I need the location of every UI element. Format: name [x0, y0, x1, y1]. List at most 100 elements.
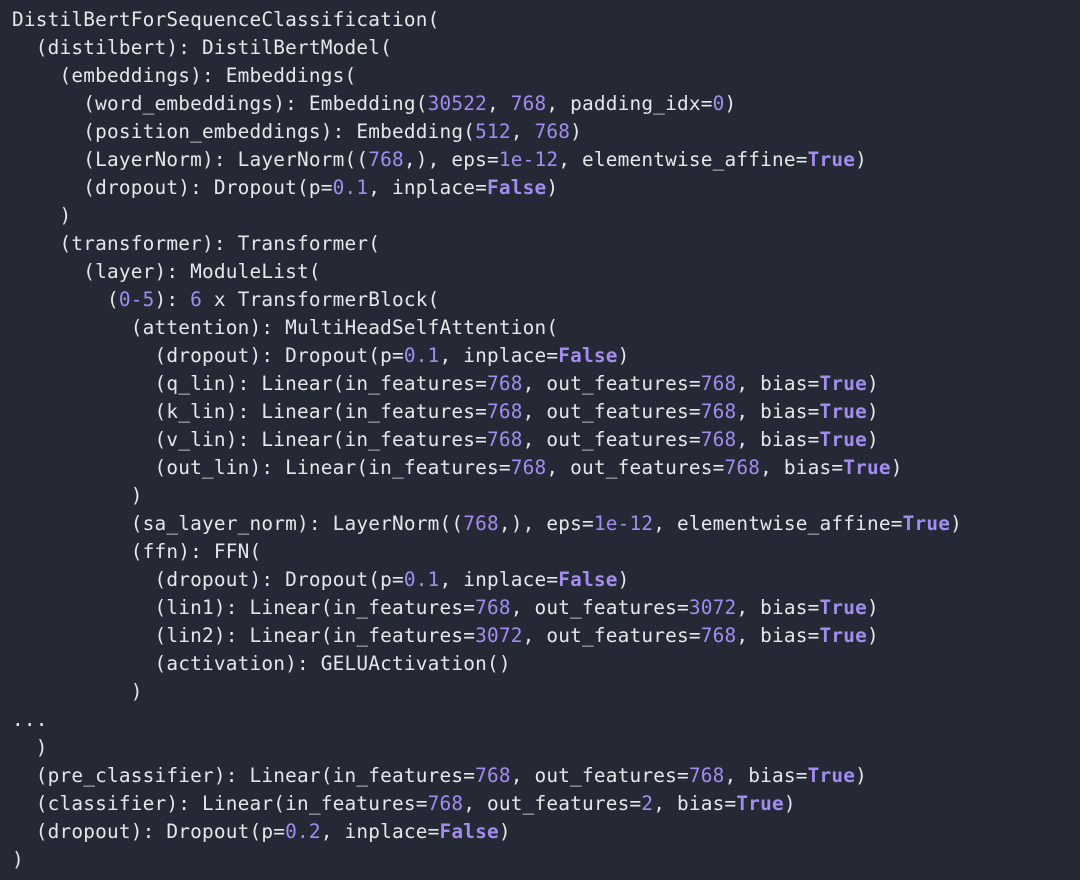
code-token-txt: , inplace= — [439, 568, 558, 591]
code-token-num: 768 — [724, 456, 760, 479]
code-token-txt: , inplace= — [321, 820, 440, 843]
code-token-num: 768 — [487, 400, 523, 423]
code-token-txt: ) — [891, 456, 903, 479]
code-token-txt: (attention): MultiHeadSelfAttention( — [12, 316, 558, 339]
code-token-num: 1e-12 — [499, 148, 558, 171]
code-token-txt: , inplace= — [368, 176, 487, 199]
code-token-txt: ) — [855, 148, 867, 171]
code-token-num: 768 — [689, 764, 725, 787]
code-token-txt: , out_features= — [546, 456, 724, 479]
code-token-bool: False — [558, 568, 617, 591]
code-token-txt: , bias= — [736, 624, 819, 647]
code-token-txt: (sa_layer_norm): LayerNorm(( — [12, 512, 463, 535]
code-token-txt: ) — [546, 176, 558, 199]
code-token-txt: ) — [12, 736, 48, 759]
code-token-bool: True — [819, 596, 867, 619]
code-token-num: 768 — [487, 372, 523, 395]
code-token-txt: ,), eps= — [404, 148, 499, 171]
code-token-txt: , out_features= — [511, 596, 689, 619]
code-token-txt: ): — [155, 288, 191, 311]
code-token-txt: (activation): GELUActivation() — [12, 652, 511, 675]
model-repr-output: DistilBertForSequenceClassification( (di… — [0, 0, 1080, 880]
code-token-num: 0 — [713, 92, 725, 115]
code-token-txt: (LayerNorm): LayerNorm(( — [12, 148, 368, 171]
code-token-num: 2 — [641, 792, 653, 815]
code-token-txt: , out_features= — [463, 792, 641, 815]
code-token-txt: , inplace= — [439, 344, 558, 367]
code-token-num: 0.1 — [404, 568, 440, 591]
code-token-txt: , out_features= — [523, 372, 701, 395]
code-token-txt: (distilbert): DistilBertModel( — [12, 36, 392, 59]
code-token-txt: , — [511, 120, 535, 143]
code-token-num: 6 — [190, 288, 202, 311]
code-token-num: 768 — [475, 596, 511, 619]
code-token-txt: ,), eps= — [499, 512, 594, 535]
code-token-txt: , padding_idx= — [546, 92, 712, 115]
code-token-txt: x TransformerBlock( — [202, 288, 439, 311]
code-token-txt: DistilBertForSequenceClassification( — [12, 8, 439, 31]
code-token-num: 0.2 — [285, 820, 321, 843]
code-token-txt: ... — [12, 708, 48, 731]
code-token-txt: ) — [12, 204, 71, 227]
code-token-txt: (lin2): Linear(in_features= — [12, 624, 475, 647]
code-token-txt: , bias= — [736, 428, 819, 451]
code-token-txt: ) — [950, 512, 962, 535]
code-token-txt: , bias= — [653, 792, 736, 815]
code-token-num: 0.1 — [333, 176, 369, 199]
code-token-bool: False — [558, 344, 617, 367]
code-token-txt: , elementwise_affine= — [558, 148, 807, 171]
code-token-txt: ) — [12, 680, 143, 703]
code-token-txt: (k_lin): Linear(in_features= — [12, 400, 487, 423]
code-token-txt: , bias= — [724, 764, 807, 787]
code-token-txt: , — [487, 92, 511, 115]
code-token-txt: (position_embeddings): Embedding( — [12, 120, 475, 143]
code-token-bool: True — [736, 792, 784, 815]
code-token-txt: (v_lin): Linear(in_features= — [12, 428, 487, 451]
code-token-txt: ) — [499, 820, 511, 843]
code-token-txt: , out_features= — [523, 400, 701, 423]
code-token-txt: (dropout): Dropout(p= — [12, 568, 404, 591]
code-token-num: 0-5 — [119, 288, 155, 311]
code-token-txt: (dropout): Dropout(p= — [12, 176, 333, 199]
code-token-bool: True — [808, 148, 856, 171]
code-token-bool: True — [819, 624, 867, 647]
code-token-txt: (embeddings): Embeddings( — [12, 64, 356, 87]
code-token-txt: , elementwise_affine= — [653, 512, 902, 535]
code-token-num: 768 — [475, 764, 511, 787]
code-token-txt: , out_features= — [523, 624, 701, 647]
code-token-num: 512 — [475, 120, 511, 143]
code-token-num: 768 — [368, 148, 404, 171]
code-token-bool: True — [808, 764, 856, 787]
code-token-num: 768 — [487, 428, 523, 451]
code-token-txt: (word_embeddings): Embedding( — [12, 92, 428, 115]
code-token-txt: ) — [618, 344, 630, 367]
code-token-txt: , bias= — [736, 372, 819, 395]
code-token-txt: (out_lin): Linear(in_features= — [12, 456, 511, 479]
code-token-num: 768 — [511, 92, 547, 115]
code-token-txt: ) — [867, 372, 879, 395]
code-token-txt: (ffn): FFN( — [12, 540, 261, 563]
code-token-bool: False — [487, 176, 546, 199]
code-token-num: 768 — [701, 428, 737, 451]
code-token-num: 768 — [511, 456, 547, 479]
code-token-num: 768 — [428, 792, 464, 815]
code-token-num: 0.1 — [404, 344, 440, 367]
code-token-txt: ) — [12, 484, 143, 507]
code-token-txt: , bias= — [736, 400, 819, 423]
code-token-txt: , bias= — [760, 456, 843, 479]
code-token-txt: (layer): ModuleList( — [12, 260, 321, 283]
code-token-num: 3072 — [475, 624, 523, 647]
code-token-bool: True — [843, 456, 891, 479]
code-token-num: 30522 — [428, 92, 487, 115]
code-token-txt: ) — [867, 624, 879, 647]
code-token-num: 768 — [463, 512, 499, 535]
code-token-bool: False — [439, 820, 498, 843]
code-token-bool: True — [819, 372, 867, 395]
code-token-txt: ) — [12, 848, 24, 871]
code-token-txt: (dropout): Dropout(p= — [12, 344, 404, 367]
code-token-txt: (transformer): Transformer( — [12, 232, 380, 255]
code-token-bool: True — [819, 428, 867, 451]
code-token-num: 768 — [701, 400, 737, 423]
code-token-txt: ) — [867, 400, 879, 423]
code-token-txt: (dropout): Dropout(p= — [12, 820, 285, 843]
